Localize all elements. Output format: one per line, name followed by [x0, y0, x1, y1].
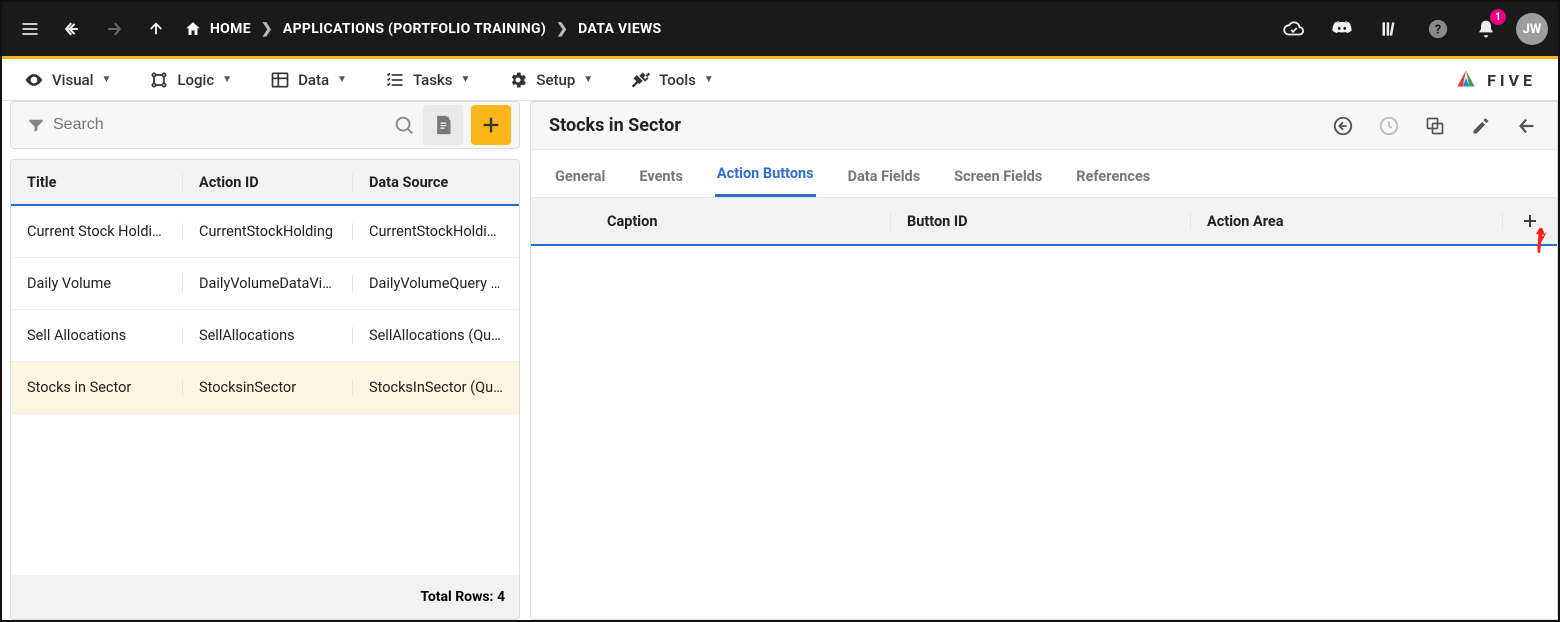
menu-tasks[interactable]: Tasks▼ — [385, 70, 470, 90]
edit-icon[interactable] — [1469, 114, 1493, 138]
svg-text:?: ? — [1435, 23, 1441, 38]
add-button[interactable] — [471, 105, 511, 145]
tabs: General Events Action Buttons Data Fields Sc… — [531, 150, 1557, 198]
chevron-right-icon: ❯ — [261, 21, 273, 37]
col-title[interactable]: Title — [11, 174, 183, 191]
grid-header: Title Action ID Data Source — [11, 160, 519, 206]
avatar[interactable]: JW — [1516, 13, 1548, 45]
home-icon — [184, 20, 202, 38]
table-icon — [270, 70, 290, 90]
add-action-button[interactable] — [1503, 212, 1557, 230]
table-row[interactable]: Current Stock HoldingCurrentStockHolding… — [11, 206, 519, 258]
col-action-id[interactable]: Action ID — [183, 174, 353, 191]
tab-general[interactable]: General — [553, 156, 607, 197]
cell-action-id: DailyVolumeDataView — [183, 275, 353, 292]
action-buttons-grid-header: Caption Button ID Action Area — [531, 198, 1557, 246]
col-action-area[interactable]: Action Area — [1191, 213, 1503, 230]
menubar: Visual▼ Logic▼ Data▼ Tasks▼ Setup▼ Tools… — [2, 59, 1558, 101]
data-views-grid: Title Action ID Data Source Current Stoc… — [10, 159, 520, 620]
table-row[interactable]: Sell AllocationsSellAllocationsSellAlloc… — [11, 310, 519, 362]
tab-events[interactable]: Events — [637, 156, 685, 197]
document-button[interactable] — [423, 105, 463, 145]
five-logo-icon — [1453, 67, 1479, 93]
help-icon[interactable]: ? — [1420, 11, 1456, 47]
table-row[interactable]: Daily VolumeDailyVolumeDataViewDailyVolu… — [11, 258, 519, 310]
notifications-icon[interactable]: 1 — [1468, 11, 1504, 47]
col-caption[interactable]: Caption — [591, 213, 891, 230]
left-panel: Title Action ID Data Source Current Stoc… — [2, 101, 520, 620]
cell-title: Sell Allocations — [11, 327, 183, 344]
cell-action-id: SellAllocations — [183, 327, 353, 344]
tab-screen-fields[interactable]: Screen Fields — [952, 156, 1044, 197]
library-icon[interactable] — [1372, 11, 1408, 47]
cell-data-source: DailyVolumeQuery (… — [353, 275, 519, 292]
filter-icon[interactable] — [27, 116, 45, 134]
cell-title: Stocks in Sector — [11, 379, 183, 396]
cell-data-source: StocksInSector (Que… — [353, 379, 519, 396]
tab-action-buttons[interactable]: Action Buttons — [715, 153, 816, 197]
cloud-check-icon[interactable] — [1276, 11, 1312, 47]
back-arrow-icon[interactable] — [54, 11, 90, 47]
topbar-right-icons: ? 1 JW — [1276, 11, 1548, 47]
up-arrow-icon[interactable] — [138, 11, 174, 47]
hamburger-icon[interactable] — [12, 11, 48, 47]
eye-icon — [24, 70, 44, 90]
breadcrumb-home[interactable]: HOME — [184, 20, 251, 38]
right-panel-actions — [1331, 114, 1539, 138]
notification-badge: 1 — [1490, 9, 1506, 25]
workspace: Title Action ID Data Source Current Stoc… — [2, 101, 1558, 620]
chevron-right-icon: ❯ — [556, 21, 568, 37]
cell-data-source: CurrentStockHoldin… — [353, 223, 519, 240]
menu-data[interactable]: Data▼ — [270, 70, 347, 90]
right-panel: Stocks in Sector GeneralEventsA — [530, 101, 1558, 620]
total-rows-label: Total Rows: 4 — [420, 589, 505, 605]
tools-icon — [631, 70, 651, 90]
breadcrumb-applications[interactable]: APPLICATIONS (PORTFOLIO TRAINING) — [283, 21, 546, 37]
home-label: HOME — [210, 21, 251, 37]
cell-data-source: SellAllocations (Que… — [353, 327, 519, 344]
search-toolbar — [10, 101, 520, 149]
tab-data-fields[interactable]: Data Fields — [846, 156, 923, 197]
topbar: HOME ❯ APPLICATIONS (PORTFOLIO TRAINING)… — [2, 2, 1558, 56]
action-buttons-grid-body — [531, 246, 1557, 619]
gear-icon — [508, 70, 528, 90]
discord-icon[interactable] — [1324, 11, 1360, 47]
search-icon[interactable] — [393, 114, 415, 136]
col-data-source[interactable]: Data Source — [353, 174, 519, 191]
copy-icon[interactable] — [1423, 114, 1447, 138]
right-panel-title: Stocks in Sector — [549, 115, 1321, 136]
grid-footer: Total Rows: 4 — [11, 575, 519, 619]
logic-icon — [149, 70, 169, 90]
menu-logic[interactable]: Logic▼ — [149, 70, 232, 90]
forward-arrow-icon — [96, 11, 132, 47]
menu-setup[interactable]: Setup▼ — [508, 70, 593, 90]
col-button-id[interactable]: Button ID — [891, 213, 1191, 230]
menu-tools[interactable]: Tools▼ — [631, 70, 714, 90]
tasks-icon — [385, 70, 405, 90]
back-icon[interactable] — [1515, 114, 1539, 138]
breadcrumb-dataviews[interactable]: DATA VIEWS — [578, 21, 661, 37]
cell-title: Current Stock Holding — [11, 223, 183, 240]
search-input[interactable] — [53, 116, 385, 134]
grid-body: Current Stock HoldingCurrentStockHolding… — [11, 206, 519, 575]
breadcrumb: HOME ❯ APPLICATIONS (PORTFOLIO TRAINING)… — [184, 20, 661, 38]
table-row[interactable]: Stocks in SectorStocksinSectorStocksInSe… — [11, 362, 519, 414]
undo-circle-icon[interactable] — [1331, 114, 1355, 138]
brand-logo: FIVE — [1453, 67, 1536, 93]
menu-visual[interactable]: Visual▼ — [24, 70, 111, 90]
cell-action-id: CurrentStockHolding — [183, 223, 353, 240]
history-icon[interactable] — [1377, 114, 1401, 138]
cell-title: Daily Volume — [11, 275, 183, 292]
tab-references[interactable]: References — [1074, 156, 1152, 197]
cell-action-id: StocksinSector — [183, 379, 353, 396]
right-panel-header: Stocks in Sector — [531, 102, 1557, 150]
